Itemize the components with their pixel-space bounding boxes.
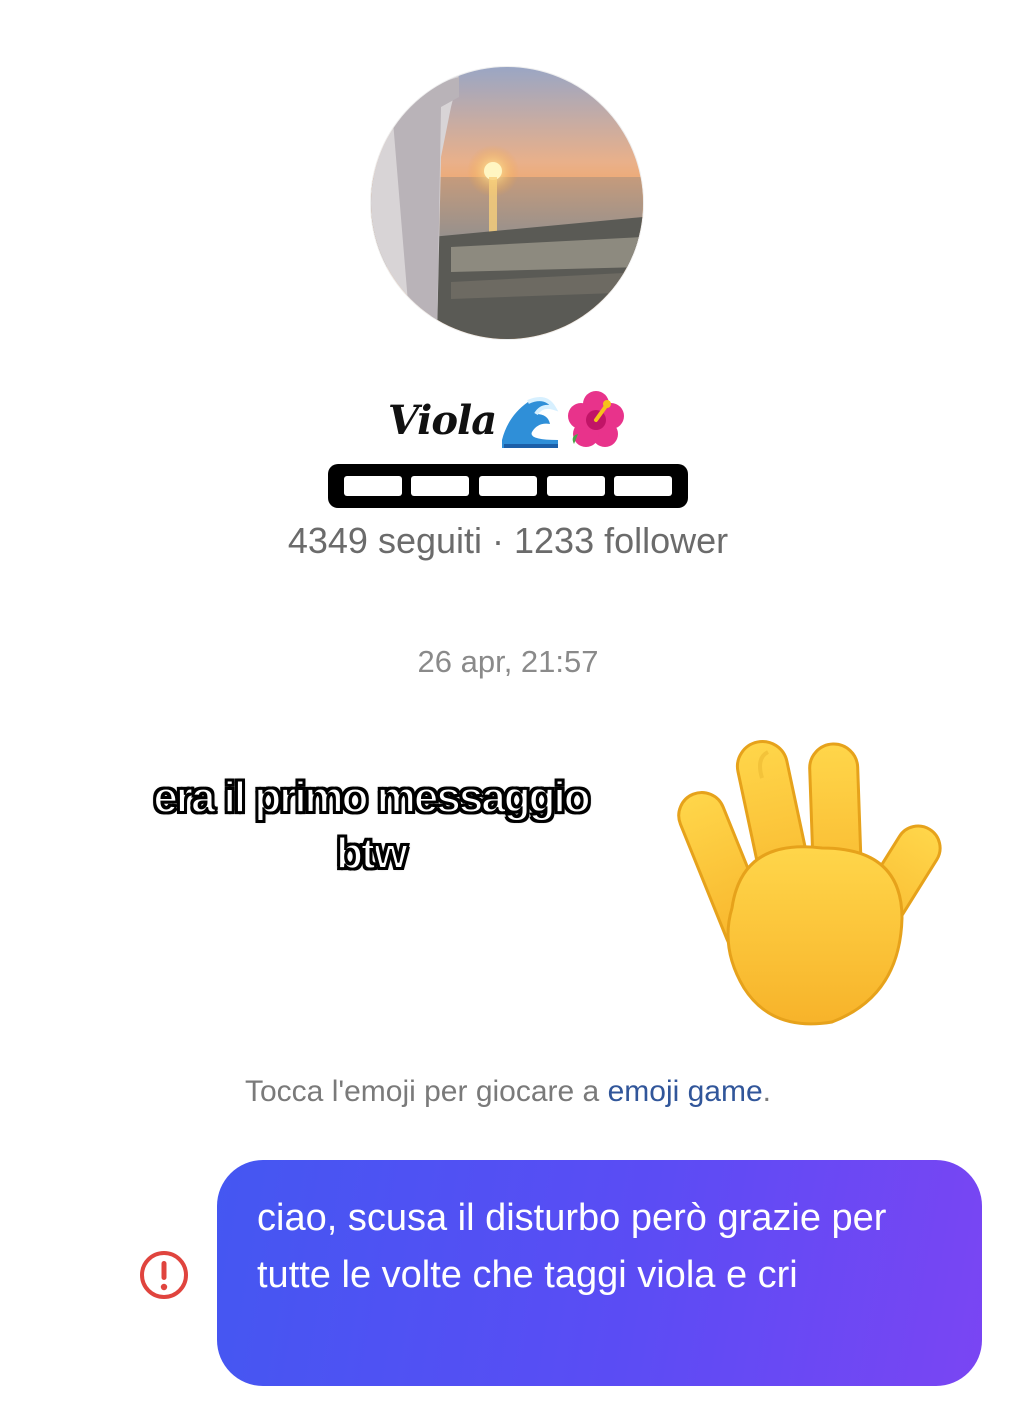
- overlay-caption: era il primo messaggio btw: [96, 770, 646, 882]
- sent-message-bubble[interactable]: ciao, scusa il disturbo però grazie per …: [217, 1160, 982, 1386]
- profile-name-text: Viola: [387, 396, 497, 444]
- error-icon[interactable]: [138, 1249, 190, 1301]
- overlay-caption-line: era il primo messaggio: [152, 772, 591, 823]
- emoji-game-hint: Tocca l'emoji per giocare a emoji game.: [0, 1075, 1016, 1109]
- overlay-caption-line: btw: [335, 828, 409, 879]
- profile-avatar[interactable]: [371, 67, 643, 339]
- sent-message-text: ciao, scusa il disturbo però grazie per …: [257, 1197, 887, 1296]
- emoji-hint-suffix: .: [762, 1075, 771, 1108]
- emoji-hint-text: Tocca l'emoji per giocare a: [245, 1075, 608, 1108]
- wave-emoji-icon: [498, 388, 562, 452]
- message-timestamp: 26 apr, 21:57: [417, 644, 599, 679]
- emoji-game-link[interactable]: emoji game: [608, 1075, 763, 1108]
- username-redacted: [328, 464, 688, 508]
- sunset-sea-photo: [371, 67, 643, 339]
- profile-name: Viola: [0, 388, 1016, 452]
- profile-stats: 4349 seguiti · 1233 follower: [287, 520, 729, 561]
- hibiscus-emoji-icon: [564, 388, 628, 452]
- waving-hand-emoji-icon[interactable]: [672, 728, 972, 1032]
